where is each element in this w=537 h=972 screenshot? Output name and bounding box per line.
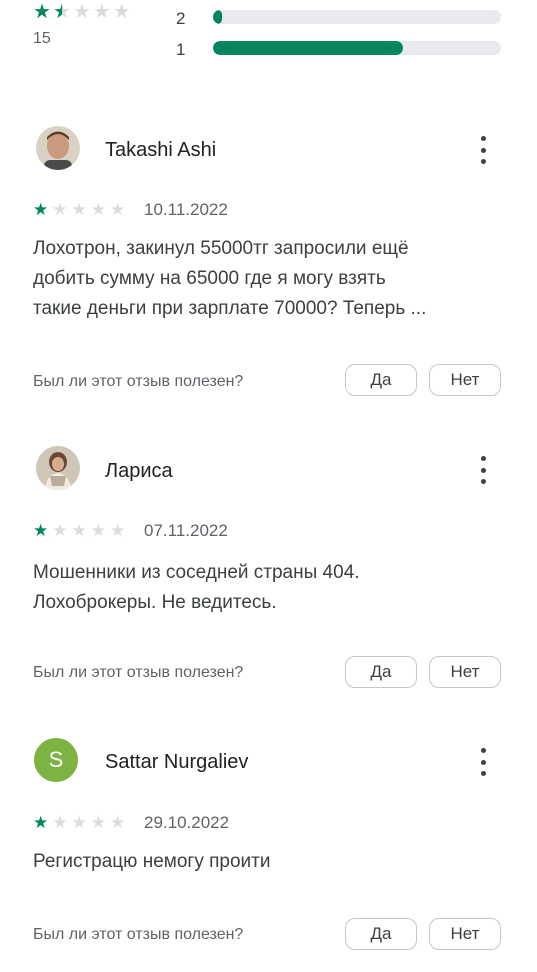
star-icon: ★ [92,1,111,23]
star-icon: ★ [110,813,126,832]
helpful-question: Был ли этот отзыв полезен? [33,664,244,681]
helpful-yes-button[interactable]: Да [345,656,417,688]
average-rating-stars: ★ ★ ★ ★ ★ [33,2,131,22]
helpful-question: Был ли этот отзыв полезен? [33,373,244,390]
review-text-line: Мошенники из соседней страны 404. [33,562,360,583]
review-date: 10.11.2022 [144,200,228,219]
star-icon: ★ [72,1,91,23]
helpful-no-button[interactable]: Нет [429,364,501,396]
star-icon: ★ [90,521,106,540]
helpful-question: Был ли этот отзыв полезен? [33,926,244,943]
star-icon: ★ [33,521,49,540]
star-icon: ★ [33,200,49,219]
star-icon: ★ [90,813,106,832]
star-icon: ★ [112,1,131,23]
more-options-icon[interactable] [473,456,493,484]
star-icon: ★ [33,813,49,832]
review-text-line: такие деньги при зарплате 70000? Теперь … [33,298,427,319]
review-text-line: Регистрацю немогу проити [33,851,271,872]
star-icon: ★ [90,200,106,219]
review-stars: ★ ★ ★ ★ ★ [33,814,125,831]
star-icon: ★ [71,200,87,219]
star-icon: ★ [110,200,126,219]
rating-bar-fill [213,10,222,24]
helpful-no-button[interactable]: Нет [429,918,501,950]
review-text-line: Лохотрон, закинул 55000тг запросили ещё [33,238,409,259]
review-date: 07.11.2022 [144,521,228,540]
avatar[interactable] [36,126,80,170]
review-count: 15 [33,30,51,47]
avatar[interactable]: S [34,738,78,782]
helpful-no-button[interactable]: Нет [429,656,501,688]
star-icon: ★ [52,200,68,219]
more-options-icon[interactable] [473,136,493,164]
rating-bar [213,41,501,55]
review-stars: ★ ★ ★ ★ ★ [33,201,125,218]
review-author: Sattar Nurgaliev [105,751,249,773]
star-half-icon: ★ [52,1,71,23]
star-icon: ★ [110,521,126,540]
rating-bar [213,10,501,24]
avatar[interactable] [36,446,80,490]
more-options-icon[interactable] [473,748,493,776]
bar-label: 1 [176,40,186,59]
helpful-yes-button[interactable]: Да [345,364,417,396]
review-text-line: Лохоброкеры. Не ведитесь. [33,592,277,613]
star-icon: ★ [33,1,51,23]
star-icon: ★ [52,813,68,832]
review-author: Takashi Ashi [105,139,217,161]
star-icon: ★ [71,813,87,832]
review-date: 29.10.2022 [144,813,230,832]
review-stars: ★ ★ ★ ★ ★ [33,522,125,539]
review-text[interactable]: Мошенники из соседней страны 404. Лохобр… [33,558,503,618]
review-author: Лариса [105,460,173,482]
review-text[interactable]: Регистрацю немогу проити [33,847,503,877]
review-text-line: добить сумму на 65000 где я могу взять [33,268,386,289]
review-text[interactable]: Лохотрон, закинул 55000тг запросили ещё … [33,234,503,324]
star-icon: ★ [52,521,68,540]
helpful-yes-button[interactable]: Да [345,918,417,950]
rating-bar-fill [213,41,404,55]
star-icon: ★ [71,521,87,540]
bar-label: 2 [176,9,186,28]
